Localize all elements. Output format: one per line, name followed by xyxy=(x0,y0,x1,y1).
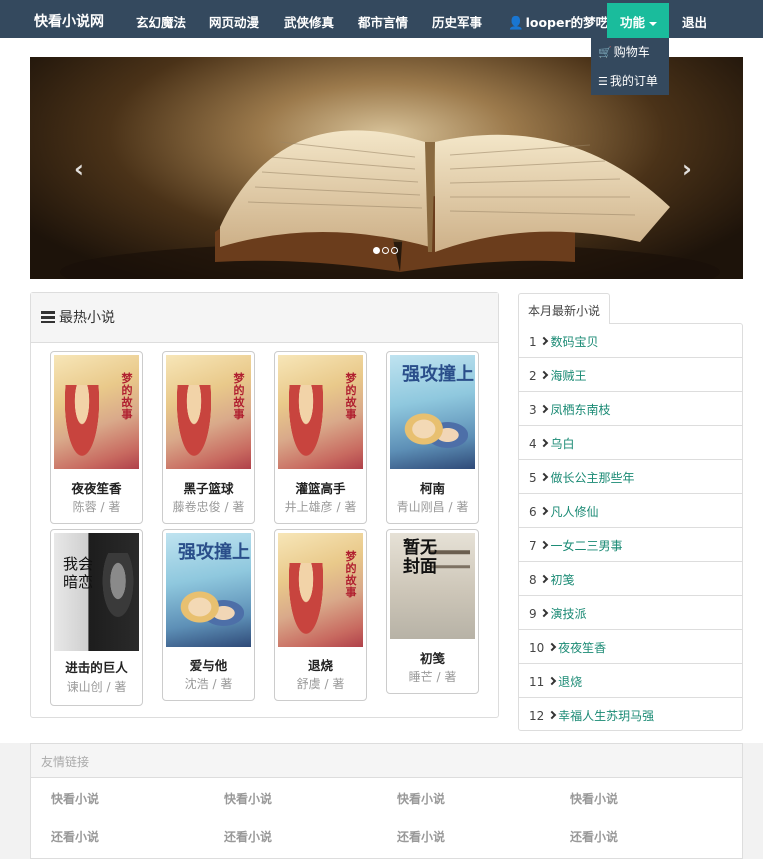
book-card[interactable]: 梦的故事 黑子篮球 藤卷忠俊 / 著 xyxy=(162,351,255,524)
chevron-right-icon xyxy=(540,506,549,516)
carousel-prev-arrow[interactable]: ‹ xyxy=(74,155,84,183)
nav-item-romance[interactable]: 都市言情 xyxy=(358,12,408,31)
book-title[interactable]: 灌篮高手 xyxy=(275,478,366,497)
cart-label: 购物车 xyxy=(613,45,650,59)
caret-down-icon xyxy=(649,21,658,26)
list-item[interactable]: 1 数码宝贝 xyxy=(519,324,742,358)
list-icon xyxy=(41,311,55,323)
friend-link[interactable]: 快看小说 xyxy=(397,790,445,807)
book-card[interactable]: 强攻撞上 爱与他 沈浩 / 著 xyxy=(162,529,255,701)
book-author: 青山刚昌 / 著 xyxy=(396,500,469,514)
hot-novels-panel: 最热小说 梦的故事 夜夜笙香 陈蓉 / 著 梦的故事 黑子篮球 藤卷忠俊 / 著… xyxy=(30,292,499,718)
monthly-new-list: 1 数码宝贝 2 海贼王 3 凤栖东南枝 4 乌白 5 做长公主那些年 6 凡人… xyxy=(518,323,743,731)
dropdown-item-orders[interactable]: ☰ 我的订单 xyxy=(598,72,658,89)
dropdown-item-cart[interactable]: 🛒 购物车 xyxy=(598,43,650,60)
site-brand[interactable]: 快看小说网 xyxy=(34,11,104,31)
list-item[interactable]: 7 一女二三男事 xyxy=(519,528,742,562)
list-item[interactable]: 10 夜夜笙香 xyxy=(519,630,742,664)
book-cover[interactable]: 强攻撞上 xyxy=(390,355,475,469)
nav-item-history[interactable]: 历史军事 xyxy=(432,12,482,31)
function-dropdown: 🛒 购物车 ☰ 我的订单 xyxy=(591,38,669,95)
cart-icon: 🛒 xyxy=(598,46,612,59)
tab-monthly-new[interactable]: 本月最新小说 xyxy=(518,293,610,324)
friend-link[interactable]: 快看小说 xyxy=(570,790,618,807)
book-cover[interactable]: 梦的故事 xyxy=(278,355,363,469)
chevron-right-icon xyxy=(540,472,549,482)
carousel-indicators xyxy=(373,243,400,258)
chevron-right-icon xyxy=(540,336,549,346)
chevron-right-icon xyxy=(547,642,557,652)
orders-label: 我的订单 xyxy=(609,74,658,88)
book-cover[interactable]: 暂无封面 xyxy=(390,533,475,639)
book-cover[interactable]: 梦的故事 xyxy=(166,355,251,469)
book-author: 藤卷忠俊 / 著 xyxy=(172,500,245,514)
book-cover[interactable]: 梦的故事 xyxy=(278,533,363,647)
nav-item-anime[interactable]: 网页动漫 xyxy=(209,12,259,31)
friend-links-title: 友情链接 xyxy=(31,744,742,778)
nav-user-menu[interactable]: 👤 looper的梦呓 xyxy=(508,12,608,31)
chevron-right-icon xyxy=(540,370,549,380)
chevron-right-icon xyxy=(540,438,549,448)
nav-user-name: looper的梦呓 xyxy=(525,15,609,30)
book-cover[interactable]: 梦的故事 xyxy=(54,355,139,469)
list-item[interactable]: 8 初笺 xyxy=(519,562,742,596)
chevron-right-icon xyxy=(540,608,549,618)
logout-link[interactable]: 退出 xyxy=(682,12,707,31)
carousel-next-arrow[interactable]: › xyxy=(682,155,692,183)
top-navbar: 快看小说网 玄幻魔法 网页动漫 武侠修真 都市言情 历史军事 👤 looper的梦… xyxy=(0,0,763,38)
chevron-right-icon xyxy=(540,574,549,584)
list-icon: ☰ xyxy=(598,75,608,88)
book-title[interactable]: 爱与他 xyxy=(163,655,254,674)
list-item[interactable]: 9 演技派 xyxy=(519,596,742,630)
hot-novels-title: 最热小说 xyxy=(59,310,115,326)
book-card[interactable]: 我会暗恋 进击的巨人 谏山创 / 著 xyxy=(50,529,143,706)
nav-item-wuxia[interactable]: 武侠修真 xyxy=(284,12,334,31)
chevron-right-icon xyxy=(547,710,557,720)
carousel-dot-2[interactable] xyxy=(382,247,389,254)
friend-link[interactable]: 还看小说 xyxy=(397,828,445,845)
chevron-right-icon xyxy=(540,540,549,550)
chevron-right-icon xyxy=(540,404,549,414)
carousel-dot-1[interactable] xyxy=(373,247,380,254)
friend-link[interactable]: 还看小说 xyxy=(570,828,618,845)
book-title[interactable]: 初笺 xyxy=(387,648,478,667)
list-item[interactable]: 5 做长公主那些年 xyxy=(519,460,742,494)
nav-item-fantasy[interactable]: 玄幻魔法 xyxy=(136,12,186,31)
book-card[interactable]: 梦的故事 夜夜笙香 陈蓉 / 著 xyxy=(50,351,143,524)
book-author: 沈浩 / 著 xyxy=(184,677,233,691)
friend-links-panel: 友情链接 快看小说 快看小说 快看小说 快看小说 还看小说 还看小说 还看小说 … xyxy=(30,743,743,859)
friend-link[interactable]: 快看小说 xyxy=(224,790,272,807)
list-item[interactable]: 6 凡人修仙 xyxy=(519,494,742,528)
list-item[interactable]: 12 幸福人生苏玥马强 xyxy=(519,698,742,732)
carousel-dot-3[interactable] xyxy=(391,247,398,254)
book-card[interactable]: 强攻撞上 柯南 青山刚昌 / 著 xyxy=(386,351,479,524)
book-card[interactable]: 梦的故事 灌篮高手 井上雄彦 / 著 xyxy=(274,351,367,524)
book-title[interactable]: 退烧 xyxy=(275,655,366,674)
user-icon: 👤 xyxy=(508,15,524,30)
list-item[interactable]: 4 乌白 xyxy=(519,426,742,460)
book-title[interactable]: 夜夜笙香 xyxy=(51,478,142,497)
book-cover[interactable]: 我会暗恋 xyxy=(54,533,139,651)
book-author: 谏山创 / 著 xyxy=(66,680,127,694)
book-title[interactable]: 柯南 xyxy=(387,478,478,497)
book-author: 井上雄彦 / 著 xyxy=(284,500,357,514)
friend-link[interactable]: 还看小说 xyxy=(224,828,272,845)
book-cover[interactable]: 强攻撞上 xyxy=(166,533,251,647)
list-item[interactable]: 2 海贼王 xyxy=(519,358,742,392)
function-menu-label: 功能 xyxy=(620,15,646,30)
book-card[interactable]: 暂无封面 初笺 睡芒 / 著 xyxy=(386,529,479,694)
book-title[interactable]: 黑子篮球 xyxy=(163,478,254,497)
list-item[interactable]: 11 退烧 xyxy=(519,664,742,698)
book-title[interactable]: 进击的巨人 xyxy=(51,657,142,676)
book-card[interactable]: 梦的故事 退烧 舒虞 / 著 xyxy=(274,529,367,701)
book-author: 陈蓉 / 著 xyxy=(72,500,121,514)
friend-link[interactable]: 快看小说 xyxy=(51,790,99,807)
book-author: 舒虞 / 著 xyxy=(296,677,345,691)
chevron-right-icon xyxy=(547,676,557,686)
hot-novels-header: 最热小说 xyxy=(31,293,498,343)
list-item[interactable]: 3 凤栖东南枝 xyxy=(519,392,742,426)
book-author: 睡芒 / 著 xyxy=(408,670,457,684)
function-menu-toggle[interactable]: 功能 xyxy=(607,3,669,38)
friend-link[interactable]: 还看小说 xyxy=(51,828,99,845)
